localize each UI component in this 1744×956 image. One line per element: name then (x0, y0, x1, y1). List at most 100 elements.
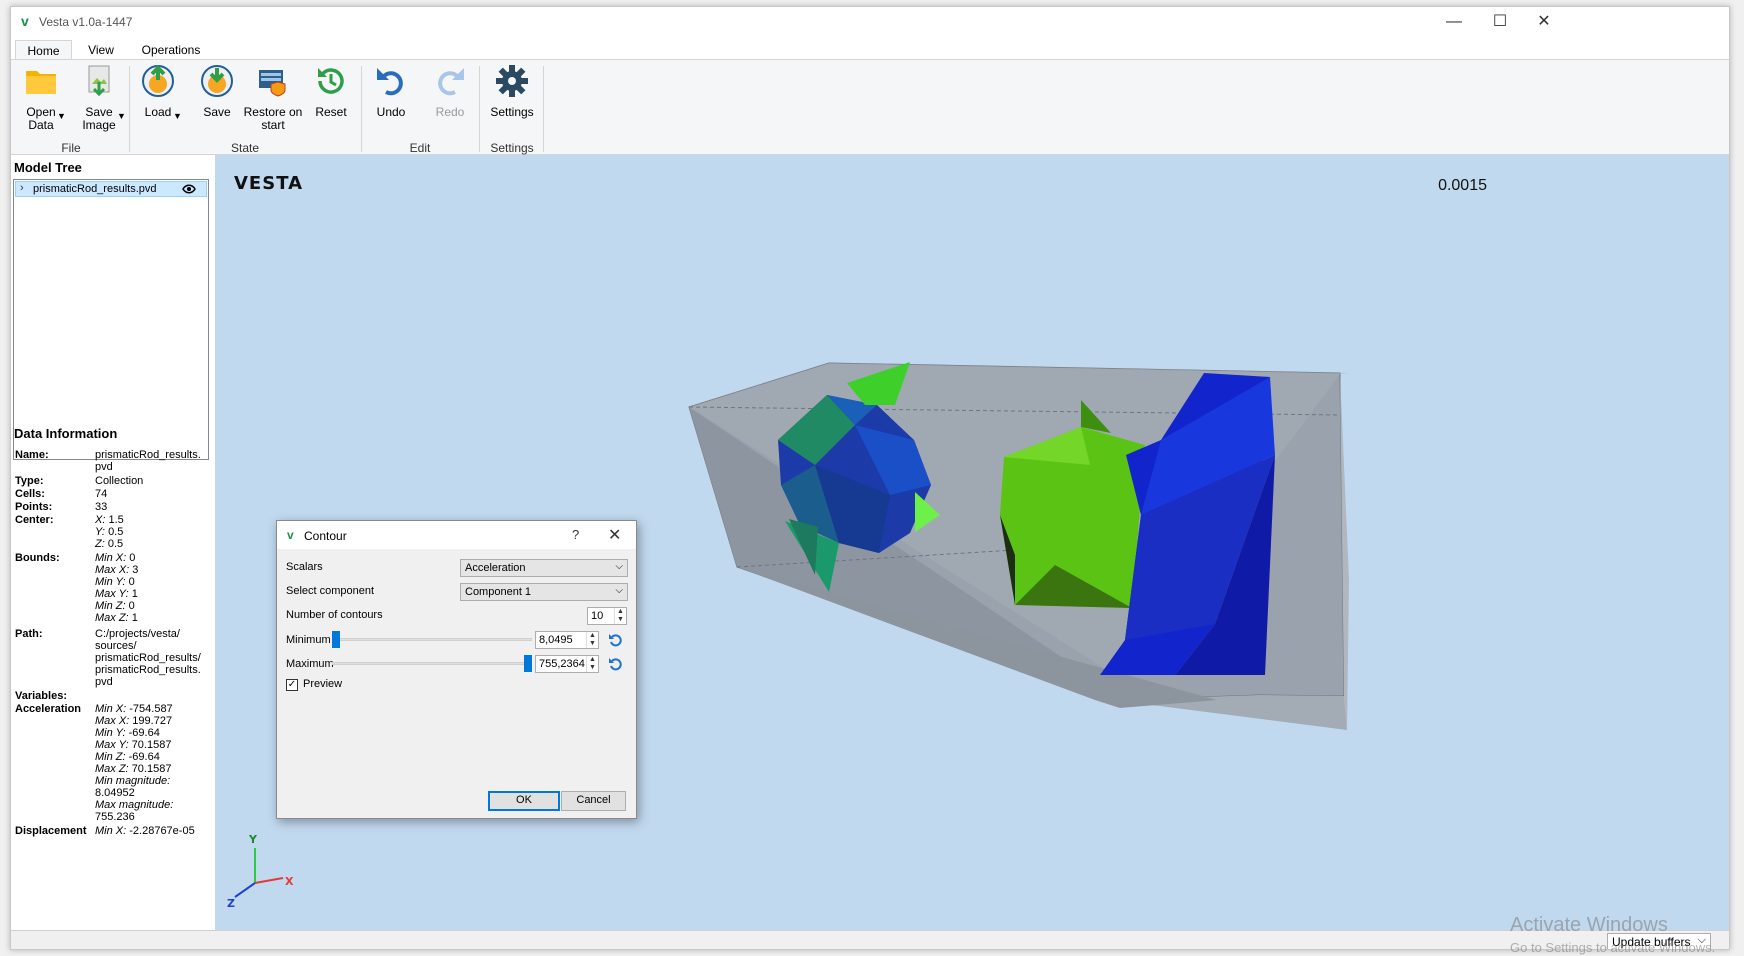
redo-label: Redo (435, 105, 465, 119)
minimum-spinbox[interactable]: 8,0495 ▲ ▼ (535, 631, 599, 649)
window-title: Vesta v1.0a-1447 (39, 15, 133, 29)
redo-icon (438, 68, 464, 96)
info-accel-1: Max X: 199.727 (95, 715, 173, 727)
minimum-slider[interactable] (332, 638, 532, 641)
open-data-dropdown-icon[interactable]: ▼ (57, 110, 66, 123)
reset-maximum-icon[interactable] (608, 657, 622, 671)
minimum-value: 8,0495 (539, 634, 573, 646)
cancel-button[interactable]: Cancel (561, 791, 626, 811)
preview-label: Preview (303, 678, 343, 690)
help-button[interactable]: ? (572, 527, 579, 542)
tab-home[interactable]: Home (15, 40, 72, 61)
activate-windows-hint: Go to Settings to activate Windows. (1510, 940, 1716, 955)
redo-button[interactable]: Redo (430, 64, 470, 119)
dialog-close-button[interactable]: ✕ (608, 525, 621, 545)
save-label: Save (203, 105, 231, 119)
undo-button[interactable]: Undo (371, 64, 411, 119)
maximize-button[interactable]: ☐ (1477, 7, 1523, 37)
maximum-value: 755,2364 (539, 658, 585, 670)
info-accel-0: Min X: -754.587 (95, 703, 173, 715)
ribbon-tabs: Home View Operations (11, 37, 1729, 61)
ribbon: Open Data ▼ Save Image ▼ Load ▼ Save Res… (11, 59, 1729, 155)
left-pane: Model Tree › prismaticRod_results.pvd Da… (11, 155, 211, 930)
eye-icon[interactable] (182, 184, 196, 194)
save-image-dropdown-icon[interactable]: ▼ (117, 110, 126, 123)
app-window: v Vesta v1.0a-1447 — ☐ ✕ Home View Opera… (10, 6, 1730, 950)
save-image-button[interactable]: Save Image ▼ (71, 64, 127, 132)
info-variables-key: Variables: (15, 690, 67, 702)
component-select-value: Component 1 (465, 586, 532, 598)
reset-button[interactable]: Reset (311, 64, 351, 119)
settings-label: Settings (490, 105, 534, 119)
axis-x-label: X (285, 875, 294, 888)
spin-arrows-icon[interactable]: ▲ ▼ (614, 608, 626, 624)
info-path-2: prismaticRod_results/ (95, 652, 201, 664)
maximum-slider[interactable] (332, 662, 532, 665)
info-accel-8: Max magnitude: (95, 799, 174, 811)
contour-dialog-titlebar: v Contour ? ✕ (277, 521, 636, 549)
save-icon (201, 65, 233, 97)
info-bounds-max-y: Max Y: 1 (95, 588, 138, 600)
maximum-slider-handle[interactable] (524, 655, 532, 672)
undo-label: Undo (376, 105, 406, 119)
info-cells-value: 74 (95, 488, 108, 500)
restore-label-2: start (261, 118, 285, 132)
info-type-key: Type: (15, 475, 44, 487)
info-bounds-min-z: Min Z: 0 (95, 600, 135, 612)
info-name-value-2: pvd (95, 461, 113, 473)
tree-item-prismaticrod[interactable]: › prismaticRod_results.pvd (15, 181, 207, 197)
info-accel-4: Min Z: -69.64 (95, 751, 160, 763)
save-image-icon (88, 65, 110, 97)
group-settings-label: Settings (490, 141, 534, 155)
tab-operations[interactable]: Operations (135, 40, 207, 61)
history-icon (318, 68, 344, 94)
minimize-button[interactable]: — (1431, 7, 1477, 37)
component-select[interactable]: Component 1 ⌵ (460, 583, 628, 601)
group-file-label: File (61, 141, 81, 155)
info-path-3: prismaticRod_results. (95, 664, 201, 676)
info-accel-7: 8.04952 (95, 787, 135, 799)
info-center-key: Center: (15, 514, 54, 526)
preview-checkbox[interactable]: ✓ (286, 679, 298, 691)
restore-on-start-button[interactable]: Restore on start (243, 64, 303, 132)
close-button[interactable]: ✕ (1521, 7, 1567, 37)
info-path-1: sources/ (95, 640, 137, 652)
spin-arrows-icon[interactable]: ▲ ▼ (586, 632, 598, 648)
settings-button[interactable]: Settings (487, 64, 537, 119)
contours-count-value: 10 (591, 610, 604, 622)
info-displacement-key: Displacement (15, 825, 87, 837)
chevron-down-icon: ⌵ (615, 561, 623, 572)
info-center-z: Z: 0.5 (95, 538, 124, 550)
maximum-spinbox[interactable]: 755,2364 ▲ ▼ (535, 655, 599, 673)
spin-arrows-icon[interactable]: ▲ ▼ (586, 656, 598, 672)
contour-dialog-title: Contour (304, 529, 347, 543)
info-acceleration-key: Acceleration (15, 703, 82, 715)
open-data-button[interactable]: Open Data ▼ (14, 64, 68, 132)
info-disp-0: Min X: -2.28767e-05 (95, 825, 195, 837)
scalars-select[interactable]: Acceleration ⌵ (460, 559, 628, 577)
orientation-axes: Y X Z (227, 833, 294, 910)
reset-minimum-icon[interactable] (608, 633, 622, 647)
scalars-select-value: Acceleration (465, 562, 526, 574)
load-dropdown-icon[interactable]: ▼ (173, 110, 182, 123)
expand-chevron-icon[interactable]: › (20, 182, 24, 194)
contour-dialog: v Contour ? ✕ Scalars Acceleration ⌵ Sel… (276, 520, 637, 819)
group-edit-label: Edit (409, 141, 431, 155)
minimum-slider-handle[interactable] (332, 631, 340, 648)
restore-icon (259, 70, 286, 97)
vesta-logo-icon: v (21, 13, 29, 29)
tab-view[interactable]: View (77, 40, 125, 61)
ok-button[interactable]: OK (488, 791, 560, 811)
component-label: Select component (286, 585, 375, 597)
folder-icon (26, 71, 56, 94)
info-name-key: Name: (15, 449, 49, 461)
dialog-app-icon: v (287, 528, 294, 542)
save-button[interactable]: Save (197, 64, 237, 119)
axis-z-label: Z (227, 897, 235, 910)
contours-count-spinbox[interactable]: 10 ▲ ▼ (587, 607, 627, 625)
undo-icon (377, 68, 403, 96)
load-button[interactable]: Load ▼ (137, 64, 182, 121)
scalars-label: Scalars (286, 561, 323, 573)
reset-label: Reset (315, 105, 347, 119)
info-center-y: Y: 0.5 (95, 526, 124, 538)
